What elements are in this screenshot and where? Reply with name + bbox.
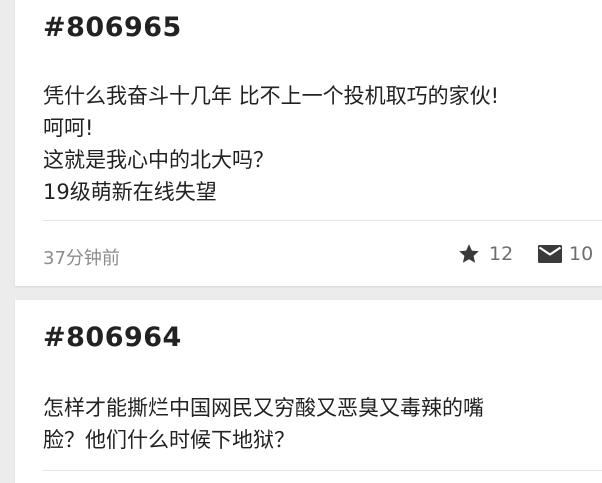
post-body-line: 呵呵! — [43, 116, 94, 140]
post-body-line: 这就是我心中的北大吗？ — [43, 148, 274, 172]
post-id: #806965 — [43, 12, 182, 43]
comment-count: 10 — [569, 243, 594, 265]
like-button[interactable]: 12 — [457, 241, 513, 267]
post-feed: #806965 凭什么我奋斗十几年 比不上一个投机取巧的家伙! 呵呵! 这就是我… — [0, 0, 602, 483]
star-icon — [457, 242, 481, 266]
comment-button[interactable]: 10 — [537, 241, 593, 267]
post-card[interactable]: #806965 凭什么我奋斗十几年 比不上一个投机取巧的家伙! 呵呵! 这就是我… — [15, 0, 602, 286]
mail-icon — [537, 242, 562, 266]
post-id: #806964 — [43, 322, 182, 353]
card-divider — [43, 220, 602, 221]
post-body-line: 凭什么我奋斗十几年 比不上一个投机取巧的家伙! — [43, 84, 500, 108]
post-card[interactable]: #806964 怎样才能撕烂中国网民又穷酸又恶臭又毒辣的嘴 脸？他们什么时候下地… — [15, 300, 602, 483]
post-body-line: 脸？他们什么时候下地狱？ — [43, 428, 295, 452]
post-body-line: 怎样才能撕烂中国网民又穷酸又恶臭又毒辣的嘴 — [43, 396, 484, 420]
post-body: 凭什么我奋斗十几年 比不上一个投机取巧的家伙! 呵呵! 这就是我心中的北大吗？ … — [43, 80, 598, 208]
like-count: 12 — [489, 243, 514, 265]
card-divider — [43, 470, 602, 471]
post-body: 怎样才能撕烂中国网民又穷酸又恶臭又毒辣的嘴 脸？他们什么时候下地狱？ — [43, 392, 598, 456]
post-body-line: 19级萌新在线失望 — [43, 180, 217, 204]
post-timestamp: 37分钟前 — [43, 248, 120, 269]
